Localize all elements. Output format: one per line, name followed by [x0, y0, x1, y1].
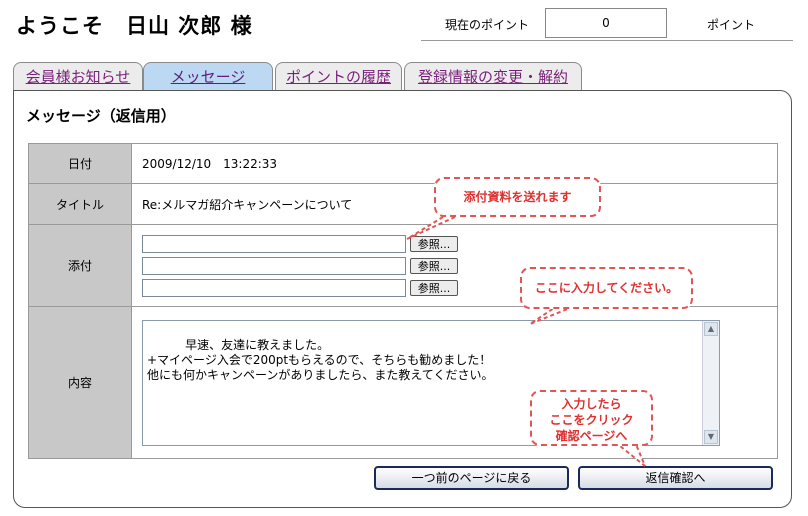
attach-callout: 添付資料を送れます: [434, 177, 601, 217]
form-row-content: 内容 早速、友達に教えました。 +マイページ入会で200ptもらえるので、そちら…: [28, 306, 778, 459]
points-label: 現在のポイント: [445, 18, 530, 32]
content-label: 内容: [28, 306, 132, 459]
scroll-up-icon[interactable]: ▲: [704, 321, 718, 336]
points-display: 現在のポイント 0 ポイント: [421, 8, 793, 41]
title-label: タイトル: [28, 183, 132, 225]
tab-member-news[interactable]: 会員様お知らせ: [13, 62, 143, 90]
click-callout: 入力したら ここをクリック 確認ページへ: [530, 390, 653, 446]
date-label: 日付: [28, 143, 132, 184]
tab-messages[interactable]: メッセージ: [143, 62, 273, 92]
attach-file-input-3[interactable]: [142, 278, 406, 297]
points-unit: ポイント: [707, 18, 756, 32]
greeting-text: ようこそ 日山 次郎 様: [16, 14, 253, 38]
back-button[interactable]: 一つ前のページに戻る: [374, 466, 569, 490]
attach-file-input-1[interactable]: [142, 234, 406, 253]
attach-file-input-2[interactable]: [142, 256, 406, 275]
input-callout: ここに入力してください。: [520, 267, 693, 309]
browse-button-3[interactable]: 参照...: [410, 279, 458, 296]
textarea-scrollbar[interactable]: ▲ ▼: [702, 320, 719, 445]
content-text: 早速、友達に教えました。 +マイページ入会で200ptもらえるので、そちらも勧め…: [147, 337, 494, 382]
form-row-date: 日付 2009/12/10 13:22:33: [28, 143, 778, 184]
tab-registration-change[interactable]: 登録情報の変更・解約: [404, 62, 582, 90]
tab-point-history[interactable]: ポイントの履歴: [275, 62, 402, 90]
form-row-title: タイトル Re:メルマガ紹介キャンペーンについて: [28, 183, 778, 225]
attach-label: 添付: [28, 224, 132, 307]
points-value: 0: [545, 8, 667, 38]
browse-button-2[interactable]: 参照...: [410, 257, 458, 274]
content-cell: 早速、友達に教えました。 +マイページ入会で200ptもらえるので、そちらも勧め…: [131, 306, 778, 459]
page-title: メッセージ（返信用）: [26, 107, 176, 125]
scroll-down-icon[interactable]: ▼: [704, 429, 718, 444]
